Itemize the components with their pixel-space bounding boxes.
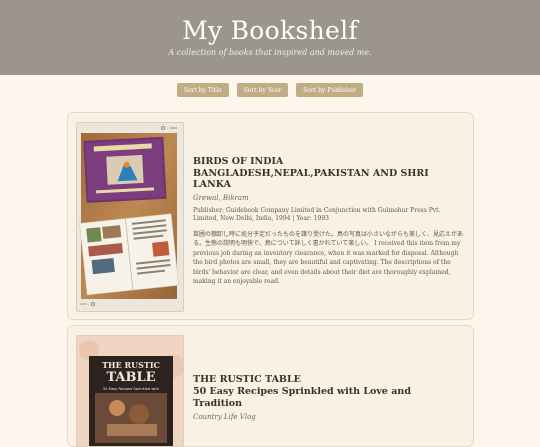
book-cover-photo	[77, 123, 183, 311]
sort-toolbar: Sort by Title Sort by Year Sort by Publi…	[0, 83, 540, 97]
cover-title-line-1: THE RUSTIC	[102, 360, 160, 370]
page-subtitle: A collection of books that inspired and …	[168, 48, 372, 57]
book-author: Grewal, Bikram	[193, 193, 249, 202]
book-card: BIRDS OF INDIA BANGLADESH,NEPAL,PAKISTAN…	[67, 112, 474, 320]
book-info: THE RUSTIC TABLE 50 Easy Recipes Sprinkl…	[193, 374, 463, 421]
book-title: THE RUSTIC TABLE	[193, 374, 301, 385]
page-header: My Bookshelf A collection of books that …	[0, 0, 540, 75]
book-title: BIRDS OF INDIA BANGLADESH,NEPAL,PAKISTAN…	[193, 156, 429, 190]
book-cover-image	[76, 122, 184, 312]
book-description: 苗圃の棚卸し時に処分予定だったものを譲り受けた。鳥の写真は小さいながらも美しく、…	[193, 230, 464, 286]
sort-by-title-button[interactable]: Sort by Title	[176, 83, 229, 97]
book-cover-photo: THE RUSTIC TABLE 50 Easy Recipes Sprinkl…	[77, 336, 183, 446]
cover-title-line-2: TABLE	[106, 370, 155, 385]
book-info: BIRDS OF INDIA BANGLADESH,NEPAL,PAKISTAN…	[193, 156, 463, 287]
book-card: THE RUSTIC TABLE 50 Easy Recipes Sprinkl…	[67, 325, 474, 447]
page-title: My Bookshelf	[182, 16, 358, 45]
sort-by-year-button[interactable]: Sort by Year	[236, 83, 289, 97]
book-author: Country Life Vlog	[193, 412, 256, 421]
cover-subtitle: 50 Easy Recipes Sprinkled with	[103, 387, 159, 391]
book-cover-image: THE RUSTIC TABLE 50 Easy Recipes Sprinkl…	[76, 335, 184, 447]
book-subtitle: 50 Easy Recipes Sprinkled with Love and …	[193, 385, 411, 409]
sort-by-publisher-button[interactable]: Sort by Publisher	[296, 83, 364, 97]
book-publisher: Publisher: Guidebook Company Limited in …	[193, 206, 441, 223]
